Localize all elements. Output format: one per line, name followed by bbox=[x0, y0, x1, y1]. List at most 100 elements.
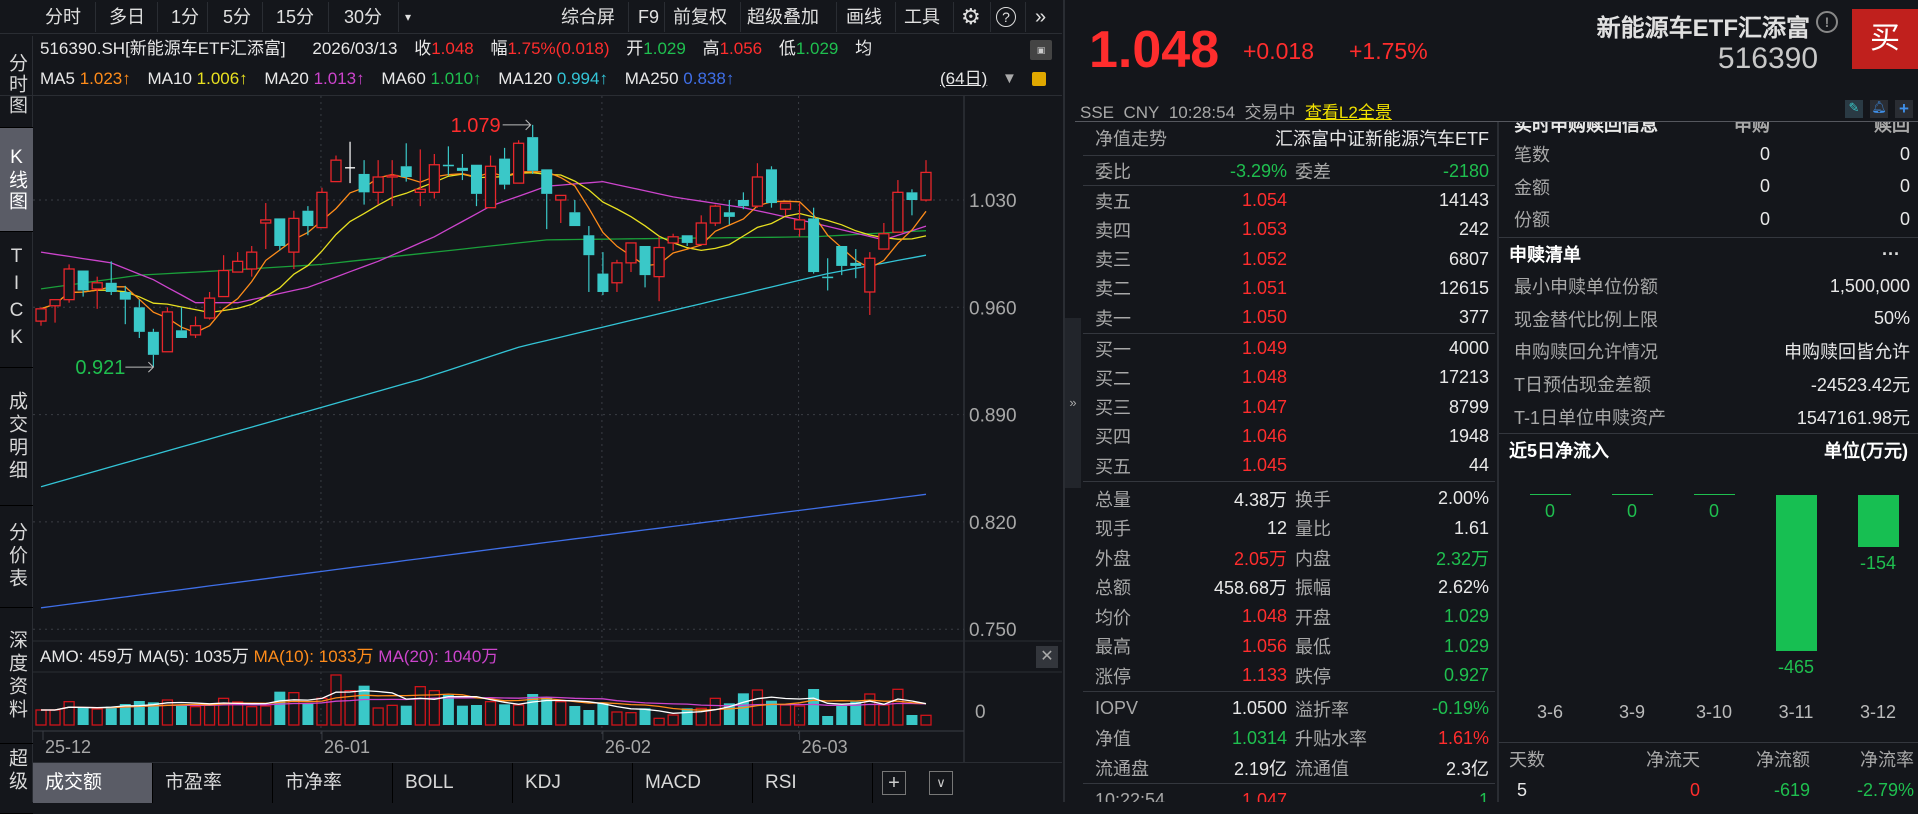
x-tick-label: 26-01 bbox=[324, 737, 370, 757]
pencil-icon[interactable]: ✎ bbox=[1845, 100, 1863, 118]
candle[interactable] bbox=[400, 143, 412, 182]
candle[interactable] bbox=[906, 189, 918, 216]
more-button[interactable]: ··· bbox=[1882, 244, 1900, 265]
candle[interactable] bbox=[583, 226, 595, 292]
candle[interactable] bbox=[147, 328, 159, 368]
candle[interactable] bbox=[428, 154, 440, 199]
row-value-2: 1.029 bbox=[1443, 635, 1489, 656]
candle-body-down bbox=[723, 212, 735, 217]
creation-row: 现金替代比例上限 50% bbox=[1499, 303, 1918, 335]
candle[interactable] bbox=[541, 169, 553, 230]
collapse-panel-icon[interactable]: » bbox=[1065, 318, 1081, 488]
candle[interactable] bbox=[527, 124, 539, 174]
candle[interactable] bbox=[765, 166, 777, 208]
candle[interactable] bbox=[288, 210, 300, 269]
asks-level-row[interactable]: 卖一 1.050 377 bbox=[1083, 303, 1495, 332]
candle[interactable] bbox=[499, 147, 511, 190]
candle[interactable] bbox=[232, 252, 244, 273]
bids-level-row[interactable]: 买三 1.047 8799 bbox=[1083, 393, 1495, 422]
candle[interactable] bbox=[667, 233, 679, 251]
candle[interactable] bbox=[892, 180, 904, 233]
candle[interactable] bbox=[217, 255, 230, 298]
candle[interactable] bbox=[512, 140, 525, 184]
volume-bar-down bbox=[105, 706, 117, 725]
candle[interactable] bbox=[920, 160, 932, 202]
bids-level-row[interactable]: 买四 1.046 1948 bbox=[1083, 422, 1495, 451]
candle[interactable] bbox=[611, 259, 623, 292]
bids-level-row[interactable]: 买五 1.045 44 bbox=[1083, 451, 1495, 480]
candle[interactable] bbox=[709, 204, 721, 227]
tab-boll[interactable]: BOLL bbox=[393, 763, 513, 803]
candle[interactable] bbox=[751, 163, 764, 208]
tab-rsi[interactable]: RSI bbox=[753, 763, 873, 803]
candle[interactable] bbox=[779, 202, 792, 216]
netflow-bar bbox=[1858, 495, 1899, 547]
ma60-line bbox=[40, 230, 927, 290]
candle[interactable] bbox=[597, 252, 609, 296]
plus-icon[interactable]: + bbox=[1895, 100, 1913, 118]
bids-level-row[interactable]: 买一 1.049 4000 bbox=[1083, 334, 1495, 363]
bell-icon[interactable]: 🔔︎ bbox=[1870, 100, 1888, 118]
candle[interactable] bbox=[63, 264, 75, 303]
chevron-down-icon[interactable]: ∨ bbox=[929, 771, 953, 795]
candle[interactable] bbox=[35, 307, 47, 326]
candle-body-up bbox=[920, 171, 932, 201]
buy-button[interactable]: 买 bbox=[1852, 9, 1918, 69]
candle-body-down bbox=[470, 164, 482, 194]
candle[interactable] bbox=[555, 194, 567, 223]
nav-trend-row[interactable]: 净值走势 汇添富中证新能源汽车ETF bbox=[1083, 123, 1495, 153]
candle[interactable] bbox=[484, 155, 497, 209]
candle[interactable] bbox=[372, 160, 384, 205]
candle[interactable] bbox=[189, 316, 202, 338]
tab-kdj[interactable]: KDJ bbox=[513, 763, 633, 803]
candle[interactable] bbox=[260, 203, 272, 250]
candle[interactable] bbox=[203, 291, 216, 320]
l2-link[interactable]: 查看L2全景 bbox=[1305, 103, 1392, 122]
candle[interactable] bbox=[316, 187, 328, 229]
candle[interactable] bbox=[330, 155, 342, 183]
tab-macd[interactable]: MACD bbox=[633, 763, 753, 803]
candle[interactable] bbox=[414, 149, 426, 207]
candle[interactable] bbox=[723, 200, 735, 225]
row-value-2: 0.927 bbox=[1443, 665, 1489, 685]
candle[interactable] bbox=[878, 222, 890, 250]
candle[interactable] bbox=[653, 236, 665, 302]
candle[interactable] bbox=[302, 206, 314, 236]
candle[interactable] bbox=[625, 242, 637, 273]
stat-row: 最高 1.056 最低 1.029 bbox=[1083, 632, 1495, 661]
candle[interactable] bbox=[681, 235, 693, 246]
candle[interactable] bbox=[456, 154, 468, 181]
candle[interactable] bbox=[274, 218, 286, 251]
candle[interactable] bbox=[161, 307, 174, 353]
candle-body-up bbox=[414, 188, 426, 193]
candle[interactable] bbox=[133, 299, 145, 338]
candle[interactable] bbox=[345, 141, 356, 184]
volume-bar-up bbox=[91, 708, 103, 726]
close-indicator-icon[interactable]: ✕ bbox=[1036, 646, 1058, 668]
candle[interactable] bbox=[864, 252, 876, 315]
candle[interactable] bbox=[695, 215, 707, 246]
tab-turnover[interactable]: 成交额 bbox=[33, 763, 153, 803]
candle[interactable] bbox=[850, 249, 862, 279]
add-indicator-icon[interactable]: + bbox=[882, 771, 906, 795]
bids-volume: 8799 bbox=[1448, 396, 1489, 417]
amo-value: AMO: 459万 bbox=[40, 647, 134, 666]
candle[interactable] bbox=[246, 245, 258, 277]
asks-level-row[interactable]: 卖二 1.051 12615 bbox=[1083, 274, 1495, 303]
candle[interactable] bbox=[569, 200, 581, 227]
candle[interactable] bbox=[49, 298, 61, 323]
asks-level-row[interactable]: 卖五 1.054 14143 bbox=[1083, 186, 1495, 215]
candle[interactable] bbox=[175, 307, 187, 338]
candle[interactable] bbox=[358, 160, 370, 205]
bids-level-row[interactable]: 买二 1.048 17213 bbox=[1083, 363, 1495, 392]
tab-pe[interactable]: 市盈率 bbox=[153, 763, 273, 803]
candle[interactable] bbox=[793, 203, 806, 237]
tab-pb[interactable]: 市净率 bbox=[273, 763, 393, 803]
info-icon[interactable]: ! bbox=[1816, 11, 1838, 33]
candle[interactable] bbox=[442, 146, 454, 176]
asks-level-row[interactable]: 卖四 1.053 242 bbox=[1083, 215, 1495, 244]
bids-level-label: 买三 bbox=[1095, 398, 1131, 419]
asks-level-row[interactable]: 卖三 1.052 6807 bbox=[1083, 245, 1495, 274]
creation-row: T日预估现金差额 -24523.42元 bbox=[1499, 368, 1918, 400]
candle[interactable] bbox=[639, 245, 651, 288]
